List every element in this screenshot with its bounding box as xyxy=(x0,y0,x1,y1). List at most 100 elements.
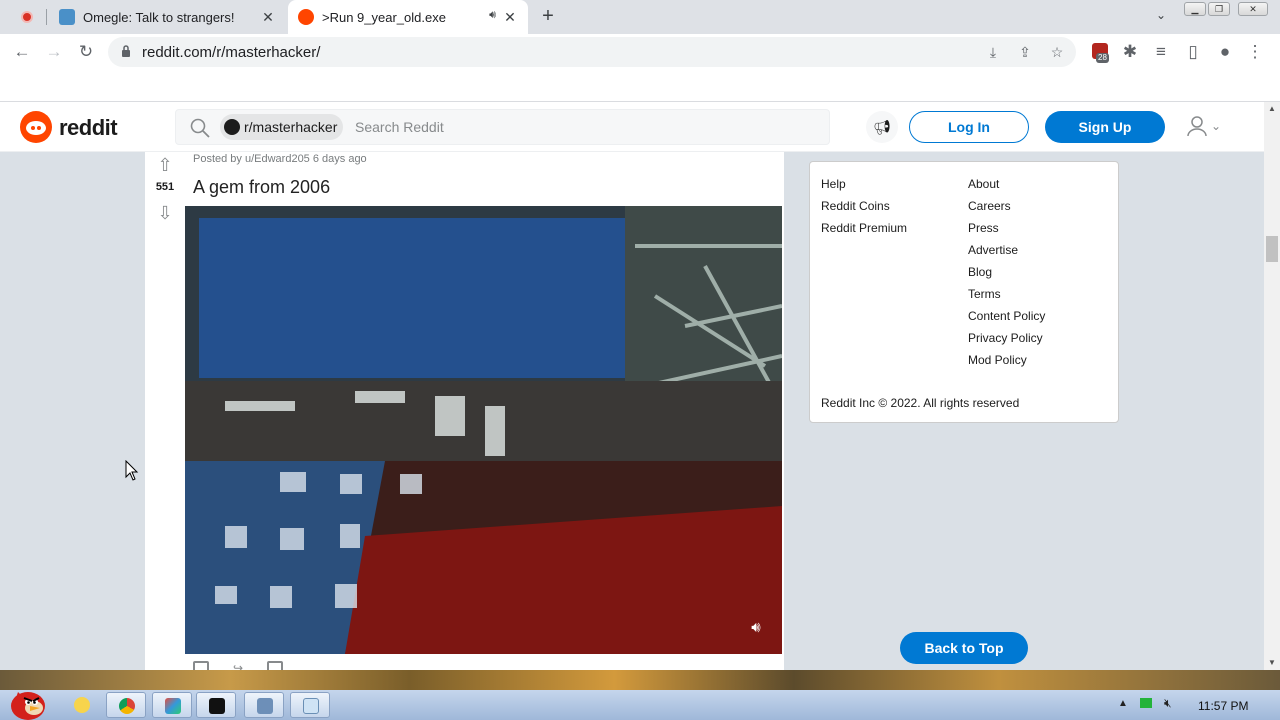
menu-kebab-icon[interactable]: ⋮ xyxy=(1245,42,1265,62)
taskbar-app-7zip[interactable] xyxy=(196,692,236,718)
login-button[interactable]: Log In xyxy=(909,111,1029,143)
lock-icon xyxy=(122,45,130,57)
profile-icon[interactable]: ● xyxy=(1215,42,1235,62)
post-title[interactable]: A gem from 2006 xyxy=(193,177,330,198)
desktop-wallpaper-strip xyxy=(0,670,1280,690)
footer-link-reddit-coins[interactable]: Reddit Coins xyxy=(821,198,907,220)
tray-expand-icon[interactable]: ▲ xyxy=(1118,698,1128,709)
install-icon[interactable]: ⤓ xyxy=(984,43,1002,61)
copyright-text: Reddit Inc © 2022. All rights reserved xyxy=(821,396,1020,410)
url-text: reddit.com/r/masterhacker/ xyxy=(142,44,321,61)
extension-badge-count: 28 xyxy=(1096,53,1109,63)
mouse-cursor-icon xyxy=(125,460,139,481)
footer-link-mod-policy[interactable]: Mod Policy xyxy=(968,352,1045,374)
bookmarks-bar xyxy=(0,70,1280,102)
star-icon[interactable]: ☆ xyxy=(1048,43,1066,61)
search-icon xyxy=(190,118,210,138)
footer-link-about[interactable]: About xyxy=(968,176,1045,198)
virtual-machine-icon xyxy=(257,698,273,714)
footer-link-press[interactable]: Press xyxy=(968,220,1045,242)
footer-column-1: Help Reddit Coins Reddit Premium xyxy=(821,176,907,242)
downvote-icon[interactable]: ⇩ xyxy=(154,202,176,224)
footer-link-content-policy[interactable]: Content Policy xyxy=(968,308,1045,330)
footer-link-blog[interactable]: Blog xyxy=(968,264,1045,286)
chevron-down-icon: ⌄ xyxy=(1211,119,1222,133)
user-menu[interactable]: ⌄ xyxy=(1186,115,1226,139)
tab-omegle[interactable]: Omegle: Talk to strangers! ✕ xyxy=(50,0,286,34)
tab-separator xyxy=(46,9,47,25)
post-meta: Posted by u/Edward205 6 days ago xyxy=(193,153,367,165)
back-arrow-icon[interactable]: ← xyxy=(12,42,32,62)
speaker-icon[interactable]: 🔊︎ xyxy=(489,9,496,22)
reddit-icon xyxy=(298,9,314,25)
browser-toolbar: ← → ↻ reddit.com/r/masterhacker/ ⤓ ⇪ ☆ 2… xyxy=(0,34,1280,70)
side-panel-icon[interactable]: ▯ xyxy=(1183,42,1203,62)
new-tab-button[interactable]: + xyxy=(538,6,558,26)
forward-arrow-icon[interactable]: → xyxy=(44,42,64,62)
upvote-icon[interactable]: ⇧ xyxy=(154,154,176,176)
user-icon xyxy=(1187,116,1207,137)
post-card: ⇧ 551 ⇩ Posted by u/Edward205 6 days ago… xyxy=(145,152,784,675)
folder-icon xyxy=(74,697,90,713)
chevron-down-icon[interactable]: ⌄ xyxy=(1152,8,1170,26)
subreddit-icon xyxy=(224,119,240,135)
footer-links-card: Help Reddit Coins Reddit Premium About C… xyxy=(809,161,1119,423)
footer-link-careers[interactable]: Careers xyxy=(968,198,1045,220)
close-window-button[interactable]: ✕ xyxy=(1238,2,1268,16)
post-video[interactable]: 🔊︎ xyxy=(185,206,782,654)
taskbar-app-notepad[interactable] xyxy=(290,692,330,718)
start-button-angry-bird-icon[interactable] xyxy=(6,684,50,720)
extension-shield-icon[interactable]: 28 xyxy=(1092,43,1109,63)
chrome-icon xyxy=(119,698,135,714)
back-to-top-button[interactable]: Back to Top xyxy=(900,632,1028,664)
video-frame xyxy=(185,206,782,654)
address-bar[interactable]: reddit.com/r/masterhacker/ ⤓ ⇪ ☆ xyxy=(108,37,1076,67)
taskbar-app-control-panel[interactable] xyxy=(152,692,192,718)
footer-link-advertise[interactable]: Advertise xyxy=(968,242,1045,264)
taskbar xyxy=(0,690,1280,720)
taskbar-app-explorer[interactable] xyxy=(62,692,102,718)
megaphone-icon[interactable]: 📢︎ xyxy=(866,111,898,143)
signup-button[interactable]: Sign Up xyxy=(1045,111,1165,143)
seven-zip-icon xyxy=(209,698,225,714)
scrollbar-thumb[interactable] xyxy=(1266,236,1278,262)
taskbar-app-vm[interactable] xyxy=(244,692,284,718)
network-icon[interactable] xyxy=(1140,698,1152,708)
puzzle-icon[interactable]: ✱ xyxy=(1120,42,1140,62)
footer-link-privacy-policy[interactable]: Privacy Policy xyxy=(968,330,1045,352)
footer-column-2: About Careers Press Advertise Blog Terms… xyxy=(968,176,1045,374)
vote-score: 551 xyxy=(155,181,175,193)
media-control-icon[interactable]: ≡ xyxy=(1151,42,1171,62)
minimize-button[interactable]: ▁ xyxy=(1184,2,1206,16)
reddit-logo-icon[interactable] xyxy=(20,111,52,143)
reddit-wordmark[interactable]: reddit xyxy=(59,115,118,141)
close-icon[interactable]: ✕ xyxy=(502,9,518,25)
close-icon[interactable]: ✕ xyxy=(260,9,276,25)
volume-muted-icon[interactable]: 🔇︎ xyxy=(1164,696,1172,711)
restore-button[interactable]: ❐ xyxy=(1208,2,1230,16)
search-bar[interactable]: r/masterhacker Search Reddit xyxy=(175,109,830,145)
footer-link-reddit-premium[interactable]: Reddit Premium xyxy=(821,220,907,242)
scroll-down-icon[interactable]: ▼ xyxy=(1264,656,1280,670)
record-icon[interactable] xyxy=(21,11,33,23)
scroll-up-icon[interactable]: ▲ xyxy=(1264,102,1280,116)
tab-reddit-post[interactable]: >Run 9_year_old.exe 🔊︎ ✕ xyxy=(288,0,528,34)
page-scrollbar[interactable] xyxy=(1264,102,1280,670)
omegle-icon xyxy=(59,9,75,25)
footer-link-help[interactable]: Help xyxy=(821,176,907,198)
browser-tab-strip: Omegle: Talk to strangers! ✕ >Run 9_year… xyxy=(0,0,1280,34)
community-chip-label: r/masterhacker xyxy=(244,119,338,135)
reload-icon[interactable]: ↻ xyxy=(76,42,96,62)
tab-label: Omegle: Talk to strangers! xyxy=(83,9,235,25)
control-panel-icon xyxy=(165,698,181,714)
volume-icon[interactable]: 🔊︎ xyxy=(746,618,766,638)
taskbar-clock[interactable]: 11:57 PM xyxy=(1198,699,1248,713)
reddit-header: reddit r/masterhacker Search Reddit 📢︎ L… xyxy=(0,102,1264,152)
tab-label: >Run 9_year_old.exe xyxy=(322,9,446,25)
community-chip[interactable]: r/masterhacker xyxy=(220,114,344,140)
search-placeholder: Search Reddit xyxy=(355,119,444,135)
taskbar-app-chrome[interactable] xyxy=(106,692,146,718)
vote-bar: ⇧ 551 ⇩ xyxy=(145,152,185,672)
footer-link-terms[interactable]: Terms xyxy=(968,286,1045,308)
share-icon[interactable]: ⇪ xyxy=(1016,43,1034,61)
